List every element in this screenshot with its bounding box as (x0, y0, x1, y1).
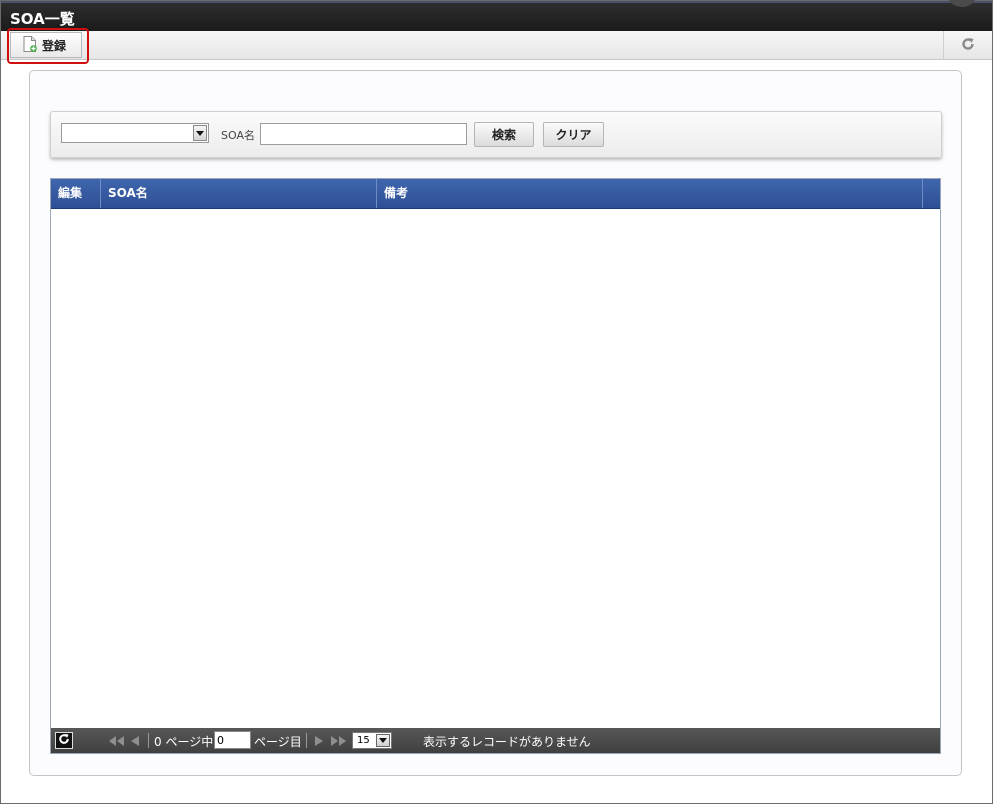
next-page-icon[interactable] (315, 735, 323, 749)
refresh-icon (58, 733, 70, 748)
column-header-remarks[interactable]: 備考 (377, 179, 923, 208)
refresh-icon (961, 37, 975, 54)
chevron-down-icon[interactable] (193, 125, 207, 141)
app-window: SOA一覧 登録 SOA名 検索 クリア 編集 SOA名 備考 0 ページ中 0… (0, 0, 993, 804)
table-header: 編集 SOA名 備考 (51, 179, 940, 209)
soa-name-label: SOA名 (221, 129, 255, 142)
pager-divider (148, 733, 149, 748)
pager-divider (306, 733, 307, 748)
search-condition-select[interactable] (61, 123, 209, 143)
title-bar: SOA一覧 (1, 0, 992, 31)
soa-name-input[interactable] (260, 123, 467, 145)
toolbar-refresh-button[interactable] (943, 31, 992, 59)
column-header-soa-name[interactable]: SOA名 (101, 179, 377, 208)
page-title: SOA一覧 (10, 10, 75, 28)
pager-bar: 0 ページ中 ページ目 15 表示するレコードがありません (51, 728, 940, 753)
pager-status-text: 表示するレコードがありません (423, 735, 591, 749)
previous-page-icon[interactable] (131, 735, 139, 749)
pager-refresh-button[interactable] (55, 732, 73, 749)
column-header-edit[interactable]: 編集 (51, 179, 101, 208)
first-page-icon[interactable] (109, 735, 125, 749)
page-number-input[interactable] (214, 731, 251, 749)
register-highlight-frame (7, 28, 89, 64)
toolbar: 登録 (1, 31, 992, 60)
search-button[interactable]: 検索 (474, 122, 534, 147)
pager-page-suffix: ページ目 (254, 735, 302, 749)
clear-button[interactable]: クリア (543, 122, 604, 147)
soa-table: 編集 SOA名 備考 0 ページ中 ページ目 (50, 178, 941, 754)
window-corner-decoration (946, 0, 978, 7)
pager-total-text: 0 ページ中 (154, 735, 214, 749)
last-page-icon[interactable] (330, 735, 346, 749)
page-size-select[interactable]: 15 (352, 732, 392, 749)
search-bar: SOA名 検索 クリア (50, 111, 942, 158)
chevron-down-icon[interactable] (376, 734, 390, 747)
page-size-value: 15 (357, 735, 370, 746)
